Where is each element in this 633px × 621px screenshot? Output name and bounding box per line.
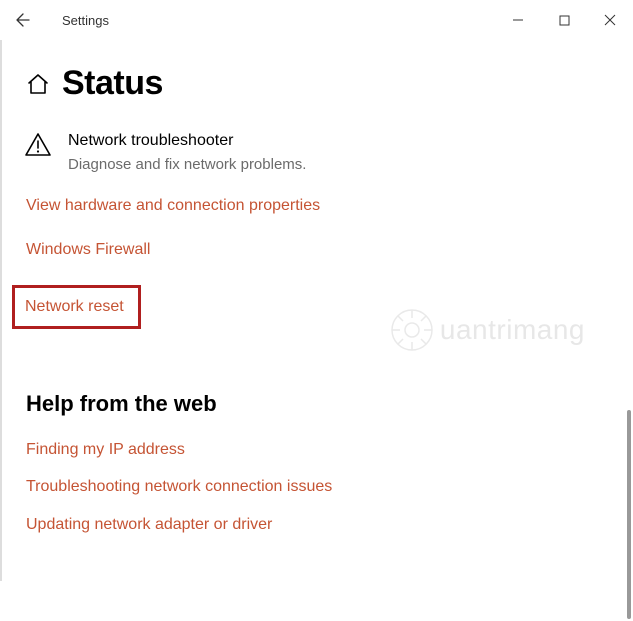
link-windows-firewall[interactable]: Windows Firewall <box>26 241 150 259</box>
back-button[interactable] <box>0 0 46 40</box>
minimize-icon <box>512 14 524 26</box>
help-link-updating-adapter[interactable]: Updating network adapter or driver <box>26 512 609 538</box>
maximize-icon <box>559 15 570 26</box>
page-title: Status <box>62 64 163 103</box>
vertical-scrollbar[interactable] <box>627 410 631 619</box>
page-header: Status <box>26 64 609 103</box>
title-bar: Settings <box>0 0 633 40</box>
troubleshooter-title: Network troubleshooter <box>68 131 306 152</box>
arrow-left-icon <box>15 12 31 28</box>
link-view-hardware[interactable]: View hardware and connection properties <box>26 197 320 215</box>
minimize-button[interactable] <box>495 0 541 40</box>
window-title: Settings <box>62 13 109 28</box>
help-link-ip-address[interactable]: Finding my IP address <box>26 437 609 463</box>
troubleshooter-desc: Diagnose and fix network problems. <box>68 154 306 175</box>
help-section-title: Help from the web <box>26 391 609 417</box>
warning-icon <box>24 131 52 159</box>
close-icon <box>604 14 616 26</box>
link-network-reset[interactable]: Network reset <box>25 298 124 316</box>
close-button[interactable] <box>587 0 633 40</box>
help-link-troubleshooting[interactable]: Troubleshooting network connection issue… <box>26 474 609 500</box>
network-reset-highlight: Network reset <box>12 285 141 329</box>
home-icon[interactable] <box>26 72 50 96</box>
maximize-button[interactable] <box>541 0 587 40</box>
network-troubleshooter[interactable]: Network troubleshooter Diagnose and fix … <box>24 131 609 175</box>
content-area: Status Network troubleshooter Diagnose a… <box>0 40 633 581</box>
window-controls <box>495 0 633 40</box>
